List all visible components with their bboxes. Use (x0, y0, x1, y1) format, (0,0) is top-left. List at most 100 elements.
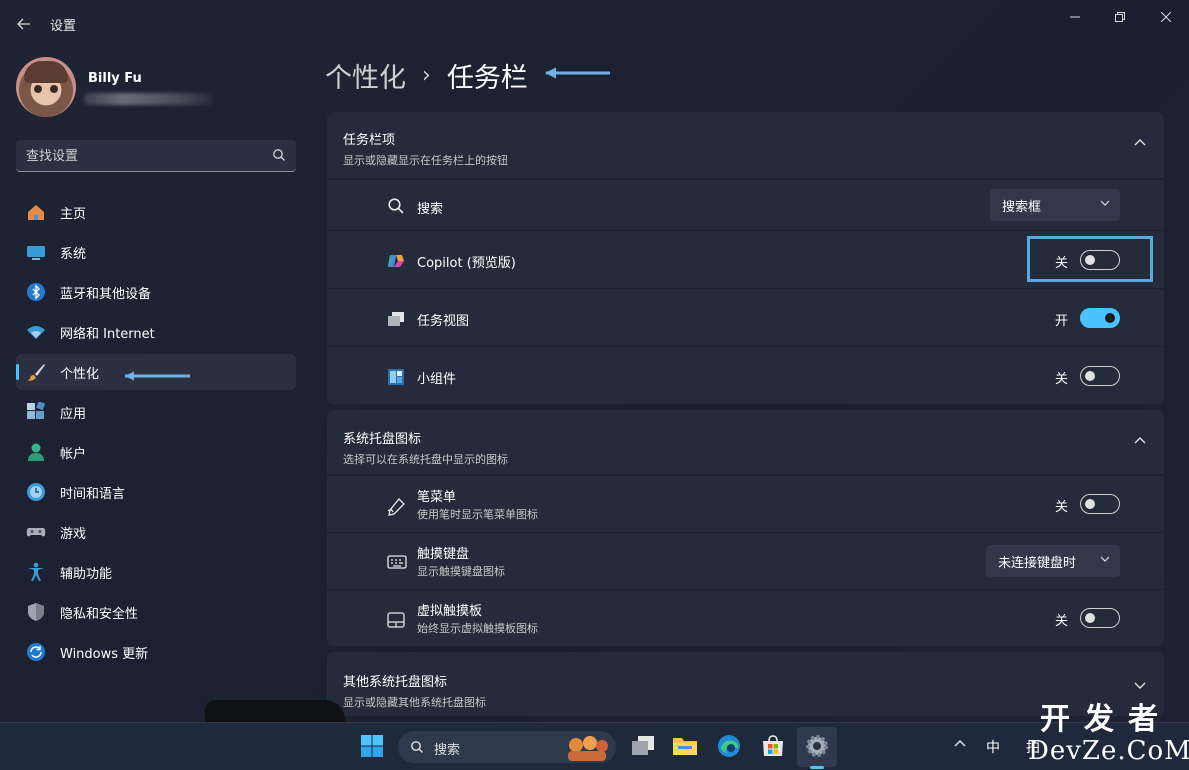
sidebar-item-time-language[interactable]: 时间和语言 (16, 474, 296, 510)
pen-icon (387, 498, 405, 516)
sidebar-item-bluetooth[interactable]: 蓝牙和其他设备 (16, 274, 296, 310)
watermark: 开发者 DevZe.CoM (1028, 702, 1189, 766)
row-label: 小组件 (417, 372, 457, 387)
sidebar-item-system[interactable]: 系统 (16, 234, 296, 270)
section-title: 任务栏项 (343, 133, 396, 148)
copilot-icon (388, 255, 404, 267)
chevron-down-icon (1100, 200, 1110, 206)
ime-indicator[interactable]: 中 (986, 737, 1000, 757)
task-view-icon[interactable] (630, 733, 656, 759)
row-widgets: 小组件 关 (327, 346, 1164, 404)
close-icon (1161, 12, 1171, 22)
sidebar-nav: 主页 系统 蓝牙和其他设备 网络和 Internet 个性化 应用 帐户 时间和… (16, 194, 296, 674)
chevron-up-icon[interactable] (1134, 436, 1146, 444)
search-mode-dropdown[interactable]: 搜索框 (990, 189, 1120, 221)
shield-icon (28, 603, 44, 621)
task-view-toggle[interactable] (1080, 308, 1120, 328)
apps-icon (27, 402, 46, 419)
toggle-state-label: 关 (1054, 614, 1068, 629)
sidebar-item-label: 帐户 (60, 446, 87, 462)
sidebar-item-accounts[interactable]: 帐户 (16, 434, 296, 470)
sidebar-item-label: 应用 (60, 406, 87, 422)
sidebar-item-privacy[interactable]: 隐私和安全性 (16, 594, 296, 630)
sidebar-item-label: 辅助功能 (60, 566, 113, 582)
watermark-line1: 开发者 (1040, 702, 1172, 737)
close-button[interactable] (1149, 6, 1183, 28)
file-explorer-icon[interactable] (672, 733, 698, 759)
bluetooth-icon (27, 283, 45, 301)
toggle-state-label: 关 (1054, 372, 1068, 387)
section-header[interactable]: 任务栏项 显示或隐藏显示在任务栏上的按钮 (327, 112, 1164, 179)
sidebar-item-home[interactable]: 主页 (16, 194, 296, 230)
chevron-down-icon[interactable] (1134, 682, 1146, 690)
main-content: 任务栏项 显示或隐藏显示在任务栏上的按钮 搜索 搜索框 Copilot (预览版… (327, 112, 1164, 720)
dropdown-value: 搜索框 (1002, 199, 1042, 215)
page-title: 任务栏 (446, 63, 528, 94)
annotation-arrow-icon (545, 67, 610, 79)
widgets-toggle[interactable] (1080, 366, 1120, 386)
windows-start-icon[interactable] (360, 734, 384, 758)
breadcrumb: 个性化 › 任务栏 (325, 56, 528, 95)
section-title: 系统托盘图标 (343, 432, 422, 447)
search-icon (411, 741, 423, 753)
section-tray-icons: 系统托盘图标 选择可以在系统托盘中显示的图标 笔菜单 使用笔时显示笔菜单图标 关… (327, 410, 1164, 646)
settings-window: 设置 Billy Fu 主页 系统 蓝牙和其他设备 (0, 0, 1189, 722)
active-app-indicator (810, 766, 824, 769)
touch-keyboard-dropdown[interactable]: 未连接键盘时 (986, 545, 1120, 577)
minimize-icon (1070, 16, 1080, 18)
time-language-icon (27, 483, 45, 501)
gamepad-icon (26, 528, 46, 537)
update-icon (27, 643, 45, 661)
edge-icon[interactable] (716, 733, 742, 759)
window-title: 设置 (50, 19, 77, 34)
back-button[interactable] (12, 10, 36, 38)
settings-search[interactable] (16, 140, 296, 172)
minimize-button[interactable] (1058, 6, 1092, 28)
sidebar-item-apps[interactable]: 应用 (16, 394, 296, 430)
user-name: Billy Fu (88, 71, 142, 86)
sidebar-item-label: 个性化 (60, 366, 100, 382)
touchpad-icon (387, 612, 405, 628)
avatar[interactable] (16, 57, 76, 117)
row-label: 触摸键盘 (417, 547, 470, 562)
row-pen-menu: 笔菜单 使用笔时显示笔菜单图标 关 (327, 475, 1164, 532)
row-label: 任务视图 (417, 314, 470, 329)
sidebar-item-personalization[interactable]: 个性化 (16, 354, 296, 390)
row-label: 虚拟触摸板 (417, 604, 483, 619)
sidebar-item-label: 系统 (60, 246, 87, 262)
restore-button[interactable] (1103, 6, 1137, 28)
search-input[interactable] (26, 146, 266, 166)
toggle-state-label: 开 (1054, 314, 1068, 329)
virtual-touchpad-toggle[interactable] (1080, 608, 1120, 628)
row-description: 使用笔时显示笔菜单图标 (417, 508, 538, 521)
sidebar-item-accessibility[interactable]: 辅助功能 (16, 554, 296, 590)
search-highlight-icon (568, 736, 608, 761)
sidebar-item-windows-update[interactable]: Windows 更新 (16, 634, 296, 670)
sidebar-item-network[interactable]: 网络和 Internet (16, 314, 296, 350)
sidebar-item-gaming[interactable]: 游戏 (16, 514, 296, 550)
back-arrow-icon (17, 18, 30, 30)
section-header[interactable]: 系统托盘图标 选择可以在系统托盘中显示的图标 (327, 410, 1164, 475)
store-icon[interactable] (760, 733, 786, 759)
chevron-up-icon[interactable] (954, 739, 966, 747)
restore-icon (1115, 12, 1125, 22)
account-icon (28, 443, 44, 461)
chevron-up-icon[interactable] (1134, 138, 1146, 146)
taskbar-search[interactable]: 搜索 (398, 731, 616, 763)
sidebar-item-label: Windows 更新 (60, 646, 149, 662)
breadcrumb-parent[interactable]: 个性化 (325, 56, 406, 95)
dropdown-value: 未连接键盘时 (998, 555, 1077, 571)
accessibility-icon (28, 562, 44, 581)
pen-menu-toggle[interactable] (1080, 494, 1120, 514)
settings-gear-icon[interactable] (804, 733, 830, 759)
system-icon (27, 246, 45, 260)
row-description: 始终显示虚拟触摸板图标 (417, 622, 538, 635)
taskbar: 搜索 中 拍 (0, 722, 1189, 770)
sidebar-item-label: 游戏 (60, 526, 87, 542)
toggle-state-label: 关 (1054, 500, 1068, 515)
title-bar: 设置 (0, 0, 1189, 48)
row-label: 搜索 (417, 202, 444, 217)
search-icon (388, 198, 404, 214)
breadcrumb-separator: › (422, 63, 431, 88)
home-icon (28, 205, 44, 220)
